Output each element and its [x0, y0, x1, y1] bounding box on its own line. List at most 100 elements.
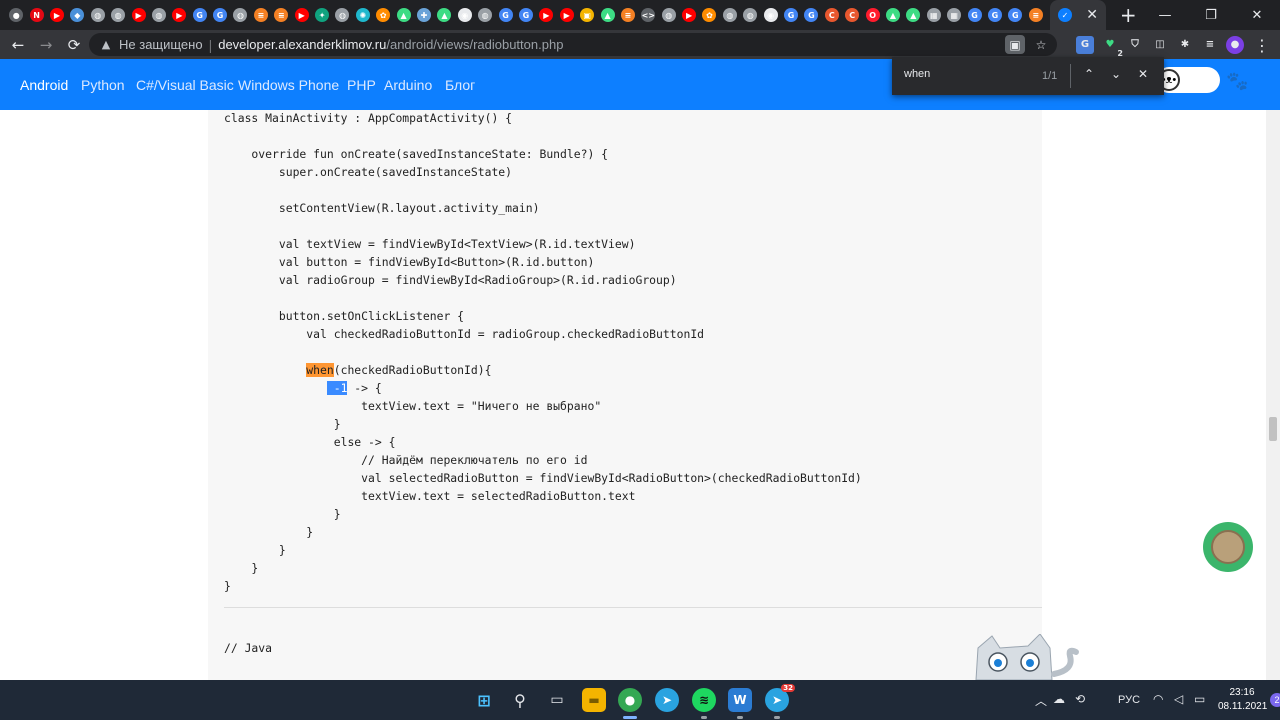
browser-tab[interactable]: ≡ [251, 0, 271, 30]
browser-tab[interactable]: ▶ [536, 0, 556, 30]
battery-icon[interactable]: ▭ [1194, 692, 1205, 706]
minimize-button[interactable]: — [1142, 0, 1188, 30]
browser-tab[interactable]: ◍ [659, 0, 679, 30]
browser-tab[interactable]: ◍ [149, 0, 169, 30]
insecure-warning-icon[interactable]: ▲ [99, 38, 113, 52]
browser-tab[interactable]: N [26, 0, 46, 30]
volume-icon[interactable]: ◁ [1174, 692, 1183, 706]
security-status[interactable]: Не защищено [119, 37, 203, 52]
browser-tab[interactable]: G [190, 0, 210, 30]
translate-extension-icon[interactable]: G [1076, 35, 1094, 54]
browser-tab[interactable]: ◍ [108, 0, 128, 30]
browser-tab[interactable]: ▦ [924, 0, 944, 30]
task-view-icon[interactable]: ▭ [545, 688, 569, 712]
find-previous-button[interactable]: ⌃ [1084, 67, 1094, 81]
nav-blog[interactable]: Блог [445, 77, 475, 93]
browser-tab[interactable]: ✿ [373, 0, 393, 30]
language-indicator[interactable]: РУС [1118, 694, 1140, 706]
browser-tab[interactable]: ▶ [47, 0, 67, 30]
new-tab-button[interactable]: + [1120, 3, 1137, 27]
windows-start-icon[interactable]: ⊞ [472, 688, 496, 712]
chrome-icon[interactable]: ● [618, 688, 642, 712]
browser-tab[interactable]: ▶ [557, 0, 577, 30]
shield-extension-icon[interactable]: ⛉ [1126, 36, 1144, 54]
browser-tab[interactable]: <> [638, 0, 658, 30]
browser-tab[interactable]: ✿ [699, 0, 719, 30]
url-path[interactable]: /android/views/radiobutton.php [386, 37, 563, 52]
browser-tab[interactable]: ▶ [128, 0, 148, 30]
page-action-icon[interactable]: ▣ [1005, 35, 1025, 54]
browser-tab[interactable]: ▲ [393, 0, 413, 30]
notification-badge[interactable]: 2 [1270, 693, 1280, 707]
back-button[interactable]: ← [4, 30, 32, 59]
browser-tab[interactable]: ≡ [1026, 0, 1046, 30]
bookmark-star-icon[interactable]: ☆ [1031, 35, 1051, 54]
browser-tab[interactable]: ✚ [414, 0, 434, 30]
system-clock[interactable]: 23:16 08.11.2021 [1218, 686, 1267, 714]
browser-tab[interactable]: ✺ [353, 0, 373, 30]
browser-tab[interactable]: ≡ [618, 0, 638, 30]
browser-tab[interactable]: ◆ [67, 0, 87, 30]
browser-tab[interactable]: G [964, 0, 984, 30]
close-window-button[interactable]: ✕ [1234, 0, 1280, 30]
browser-tab[interactable]: ▣ [577, 0, 597, 30]
media-controls-icon[interactable]: ≡ [1201, 36, 1219, 54]
browser-tab[interactable]: ▲ [434, 0, 454, 30]
spotify-icon[interactable]: ≋ [692, 688, 716, 712]
puzzle-extensions-icon[interactable]: ✱ [1176, 36, 1194, 54]
sync-icon[interactable]: ⟲ [1075, 692, 1085, 706]
cat-avatar-button[interactable] [1203, 522, 1253, 572]
browser-tab[interactable]: G [801, 0, 821, 30]
browser-tab[interactable]: C [822, 0, 842, 30]
telegram-icon[interactable]: ➤ [655, 688, 679, 712]
find-next-button[interactable]: ⌄ [1111, 67, 1121, 81]
browser-tab[interactable]: ▲ [903, 0, 923, 30]
nav-csharp-vb[interactable]: C#/Visual Basic [136, 77, 234, 93]
reload-button[interactable]: ⟳ [60, 30, 88, 59]
browser-tab[interactable]: ◍ [740, 0, 760, 30]
paw-icon[interactable]: 🐾 [1226, 71, 1248, 92]
nav-php[interactable]: PHP [347, 77, 376, 93]
active-tab[interactable]: ✓ ✕ [1049, 0, 1106, 30]
wifi-icon[interactable]: ◠ [1153, 692, 1163, 706]
browser-tab[interactable]: G [495, 0, 515, 30]
address-bar[interactable]: ▲ Не защищено | developer.alexanderklimo… [89, 33, 1057, 56]
browser-tab[interactable]: ▲ [597, 0, 617, 30]
vpn-extension-icon[interactable]: ♥ 2 [1101, 36, 1123, 58]
word-icon[interactable]: W [728, 688, 752, 712]
browser-tab[interactable]: ◍ [230, 0, 250, 30]
nav-android[interactable]: Android [20, 77, 68, 93]
search-icon[interactable]: ⚲ [508, 688, 532, 712]
browser-tab[interactable]: O [862, 0, 882, 30]
nav-arduino[interactable]: Arduino [384, 77, 432, 93]
file-explorer-icon[interactable]: ▬ [582, 688, 606, 712]
browser-tab[interactable]: ◍ [475, 0, 495, 30]
browser-tab[interactable]: G [516, 0, 536, 30]
theme-toggle[interactable]: •ᴥ• [1156, 67, 1220, 93]
browser-tab[interactable]: ▲ [883, 0, 903, 30]
nav-python[interactable]: Python [81, 77, 125, 93]
browser-tab[interactable]: ◍ [720, 0, 740, 30]
browser-tab[interactable]: ▶ [169, 0, 189, 30]
onedrive-icon[interactable]: ☁ [1053, 692, 1065, 706]
maximize-button[interactable]: ❐ [1188, 0, 1234, 30]
browser-tab[interactable]: G [781, 0, 801, 30]
browser-tab[interactable]: ◍ [332, 0, 352, 30]
browser-tab[interactable]: G [985, 0, 1005, 30]
url-domain[interactable]: developer.alexanderklimov.ru [218, 37, 386, 52]
find-close-button[interactable]: ✕ [1138, 67, 1148, 81]
browser-tab[interactable]: C [842, 0, 862, 30]
find-input[interactable] [904, 68, 1024, 80]
browser-tab[interactable]: ◉ [455, 0, 475, 30]
browser-tab[interactable]: ◉ [760, 0, 780, 30]
browser-tab[interactable]: ≡ [271, 0, 291, 30]
scrollbar-thumb[interactable] [1269, 417, 1277, 441]
browser-tab[interactable]: ● [6, 0, 26, 30]
page-scrollbar[interactable] [1266, 110, 1280, 680]
close-tab-icon[interactable]: ✕ [1086, 7, 1098, 23]
profile-avatar[interactable]: ● [1226, 35, 1244, 54]
browser-tab[interactable]: ✦ [312, 0, 332, 30]
browser-tab[interactable]: G [210, 0, 230, 30]
browser-tab[interactable]: ▶ [679, 0, 699, 30]
browser-tab[interactable]: ▶ [291, 0, 311, 30]
